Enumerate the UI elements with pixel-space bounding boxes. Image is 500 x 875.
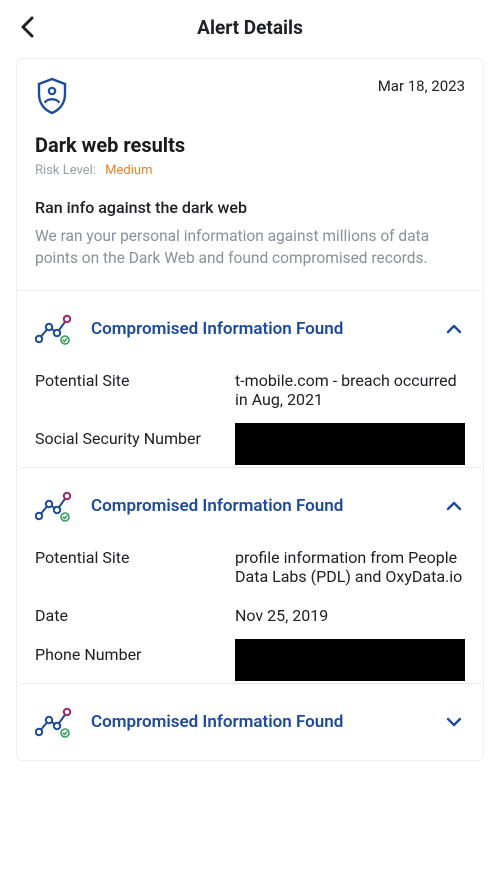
network-graph-icon (35, 313, 77, 345)
alert-subhead: Ran info against the dark web (17, 192, 483, 225)
kv-label: Date (35, 606, 235, 625)
alert-card: Mar 18, 2023 Dark web results Risk Level… (16, 58, 484, 761)
kv-row: Date Nov 25, 2019 (17, 598, 483, 637)
chevron-up-icon (443, 495, 465, 517)
risk-value: Medium (105, 163, 152, 178)
kv-label: Potential Site (35, 548, 235, 567)
risk-level: Risk Level: Medium (17, 163, 483, 192)
kv-value: Nov 25, 2019 (235, 606, 465, 625)
accordion-title: Compromised Information Found (91, 712, 443, 732)
alert-body: We ran your personal information against… (17, 225, 483, 290)
redacted-value (235, 639, 465, 681)
kv-row: Potential Site t-mobile.com - breach occ… (17, 363, 483, 421)
alert-date: Mar 18, 2023 (378, 77, 465, 95)
accordion-title: Compromised Information Found (91, 319, 443, 339)
network-graph-icon (35, 706, 77, 738)
accordion-header[interactable]: Compromised Information Found (17, 291, 483, 363)
app-header: Alert Details (0, 0, 500, 54)
kv-label: Phone Number (35, 645, 235, 664)
kv-row: Potential Site profile information from … (17, 540, 483, 598)
chevron-up-icon (443, 318, 465, 340)
accordion-header[interactable]: Compromised Information Found (17, 468, 483, 540)
kv-label: Potential Site (35, 371, 235, 390)
chevron-left-icon (19, 15, 37, 39)
kv-row: Phone Number (17, 637, 483, 683)
accordion-title: Compromised Information Found (91, 496, 443, 516)
kv-row: Social Security Number (17, 421, 483, 467)
kv-value: t-mobile.com - breach occurred in Aug, 2… (235, 371, 465, 409)
kv-label: Social Security Number (35, 429, 235, 448)
page-title: Alert Details (197, 16, 303, 39)
alert-title: Dark web results (17, 119, 483, 163)
risk-label: Risk Level: (35, 163, 96, 178)
accordion-header[interactable]: Compromised Information Found (17, 684, 483, 756)
chevron-down-icon (443, 711, 465, 733)
redacted-value (235, 423, 465, 465)
back-button[interactable] (12, 11, 44, 43)
shield-icon (35, 77, 69, 119)
network-graph-icon (35, 490, 77, 522)
kv-value: profile information from People Data Lab… (235, 548, 465, 586)
alert-top-row: Mar 18, 2023 (17, 59, 483, 119)
